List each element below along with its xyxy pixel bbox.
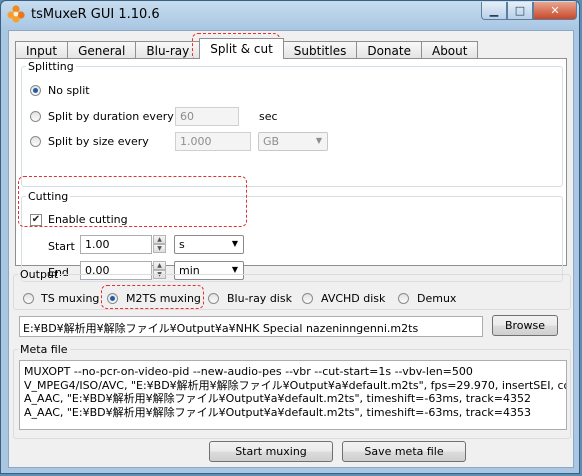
- chevron-down-icon: ▼: [231, 239, 238, 248]
- meta-line: MUXOPT --no-pcr-on-video-pid --new-audio…: [24, 365, 473, 378]
- app-window: tsMuxeR GUI 1.10.6 ▁ □ ✕ Input General B…: [0, 0, 580, 474]
- tab-split-cut[interactable]: Split & cut: [199, 38, 284, 59]
- duration-unit-label: sec: [259, 110, 278, 123]
- start-spinner[interactable]: ▲ ▼: [153, 235, 166, 254]
- splitting-group: Splitting: [21, 60, 563, 187]
- browse-button[interactable]: Browse: [492, 315, 558, 336]
- spin-down-icon[interactable]: ▼: [153, 244, 166, 253]
- close-icon: ✕: [550, 4, 560, 17]
- output-ts-label: TS muxing: [41, 292, 100, 305]
- output-m2ts-label: M2TS muxing: [126, 292, 201, 305]
- start-label: Start: [48, 240, 75, 253]
- caption-buttons: ▁ □ ✕: [481, 2, 577, 20]
- size-unit-select[interactable]: GB ▼: [258, 132, 328, 151]
- output-demux-label: Demux: [417, 292, 457, 305]
- split-size-label: Split by size every: [48, 135, 149, 148]
- meta-line: A_AAC, "E:¥BD¥解析用¥解除ファイル¥Output¥a¥defaul…: [24, 392, 531, 405]
- save-meta-button[interactable]: Save meta file: [342, 441, 466, 462]
- size-input[interactable]: 1.000: [175, 132, 251, 151]
- maximize-icon: □: [514, 4, 526, 17]
- tab-donate[interactable]: Donate: [356, 41, 422, 59]
- tab-bluray[interactable]: Blu-ray: [135, 41, 201, 59]
- enable-cutting-label: Enable cutting: [48, 213, 128, 226]
- start-muxing-button[interactable]: Start muxing: [209, 441, 333, 462]
- tab-about[interactable]: About: [420, 41, 479, 59]
- close-button[interactable]: ✕: [533, 2, 577, 20]
- meta-line: A_AAC, "E:¥BD¥解析用¥解除ファイル¥Output¥a¥defaul…: [24, 405, 531, 419]
- output-bluray-radio[interactable]: [208, 293, 219, 304]
- chevron-down-icon: ▼: [315, 136, 322, 145]
- tab-subtitles[interactable]: Subtitles: [282, 41, 358, 59]
- minimize-button[interactable]: ▁: [481, 2, 507, 20]
- output-legend: Output: [20, 268, 59, 281]
- split-duration-radio[interactable]: [30, 111, 41, 122]
- meta-legend: Meta file: [20, 343, 68, 356]
- enable-cutting-checkbox[interactable]: ✔: [30, 214, 42, 226]
- split-duration-label: Split by duration every: [48, 110, 174, 123]
- output-bluray-label: Blu-ray disk: [227, 292, 292, 305]
- tab-general[interactable]: General: [67, 41, 137, 59]
- meta-textarea[interactable]: MUXOPT --no-pcr-on-video-pid --new-audio…: [19, 360, 567, 430]
- duration-input[interactable]: 60: [175, 107, 239, 126]
- tab-input[interactable]: Input: [15, 41, 69, 59]
- client-area: Input General Blu-ray Split & cut Subtit…: [8, 30, 574, 468]
- window-title: tsMuxeR GUI 1.10.6: [31, 7, 160, 22]
- split-cut-panel: Splitting No split Split by duration eve…: [15, 58, 567, 282]
- output-path-field[interactable]: E:¥BD¥解析用¥解除ファイル¥Output¥a¥NHK Special na…: [19, 316, 483, 337]
- size-unit-value: GB: [263, 135, 280, 148]
- output-avchd-radio[interactable]: [302, 293, 313, 304]
- no-split-label: No split: [48, 84, 90, 97]
- output-demux-radio[interactable]: [398, 293, 409, 304]
- start-unit-select[interactable]: s ▼: [174, 235, 244, 254]
- output-ts-radio[interactable]: [23, 293, 34, 304]
- no-split-radio[interactable]: [30, 85, 41, 96]
- start-input[interactable]: 1.00: [80, 235, 152, 254]
- output-avchd-label: AVCHD disk: [321, 292, 386, 305]
- split-size-radio[interactable]: [30, 136, 41, 147]
- app-logo-icon: [7, 5, 25, 23]
- title-bar[interactable]: tsMuxeR GUI 1.10.6 ▁ □ ✕: [1, 1, 581, 29]
- output-m2ts-radio[interactable]: [107, 293, 118, 304]
- spin-up-icon[interactable]: ▲: [153, 235, 166, 244]
- meta-line: V_MPEG4/ISO/AVC, "E:¥BD¥解析用¥解除ファイル¥Outpu…: [24, 378, 567, 392]
- maximize-button[interactable]: □: [507, 2, 533, 20]
- splitting-legend: Splitting: [28, 60, 74, 73]
- start-unit-value: s: [179, 238, 185, 251]
- tab-bar: Input General Blu-ray Split & cut Subtit…: [15, 37, 479, 59]
- minimize-icon: ▁: [489, 4, 499, 17]
- cutting-legend: Cutting: [28, 190, 69, 203]
